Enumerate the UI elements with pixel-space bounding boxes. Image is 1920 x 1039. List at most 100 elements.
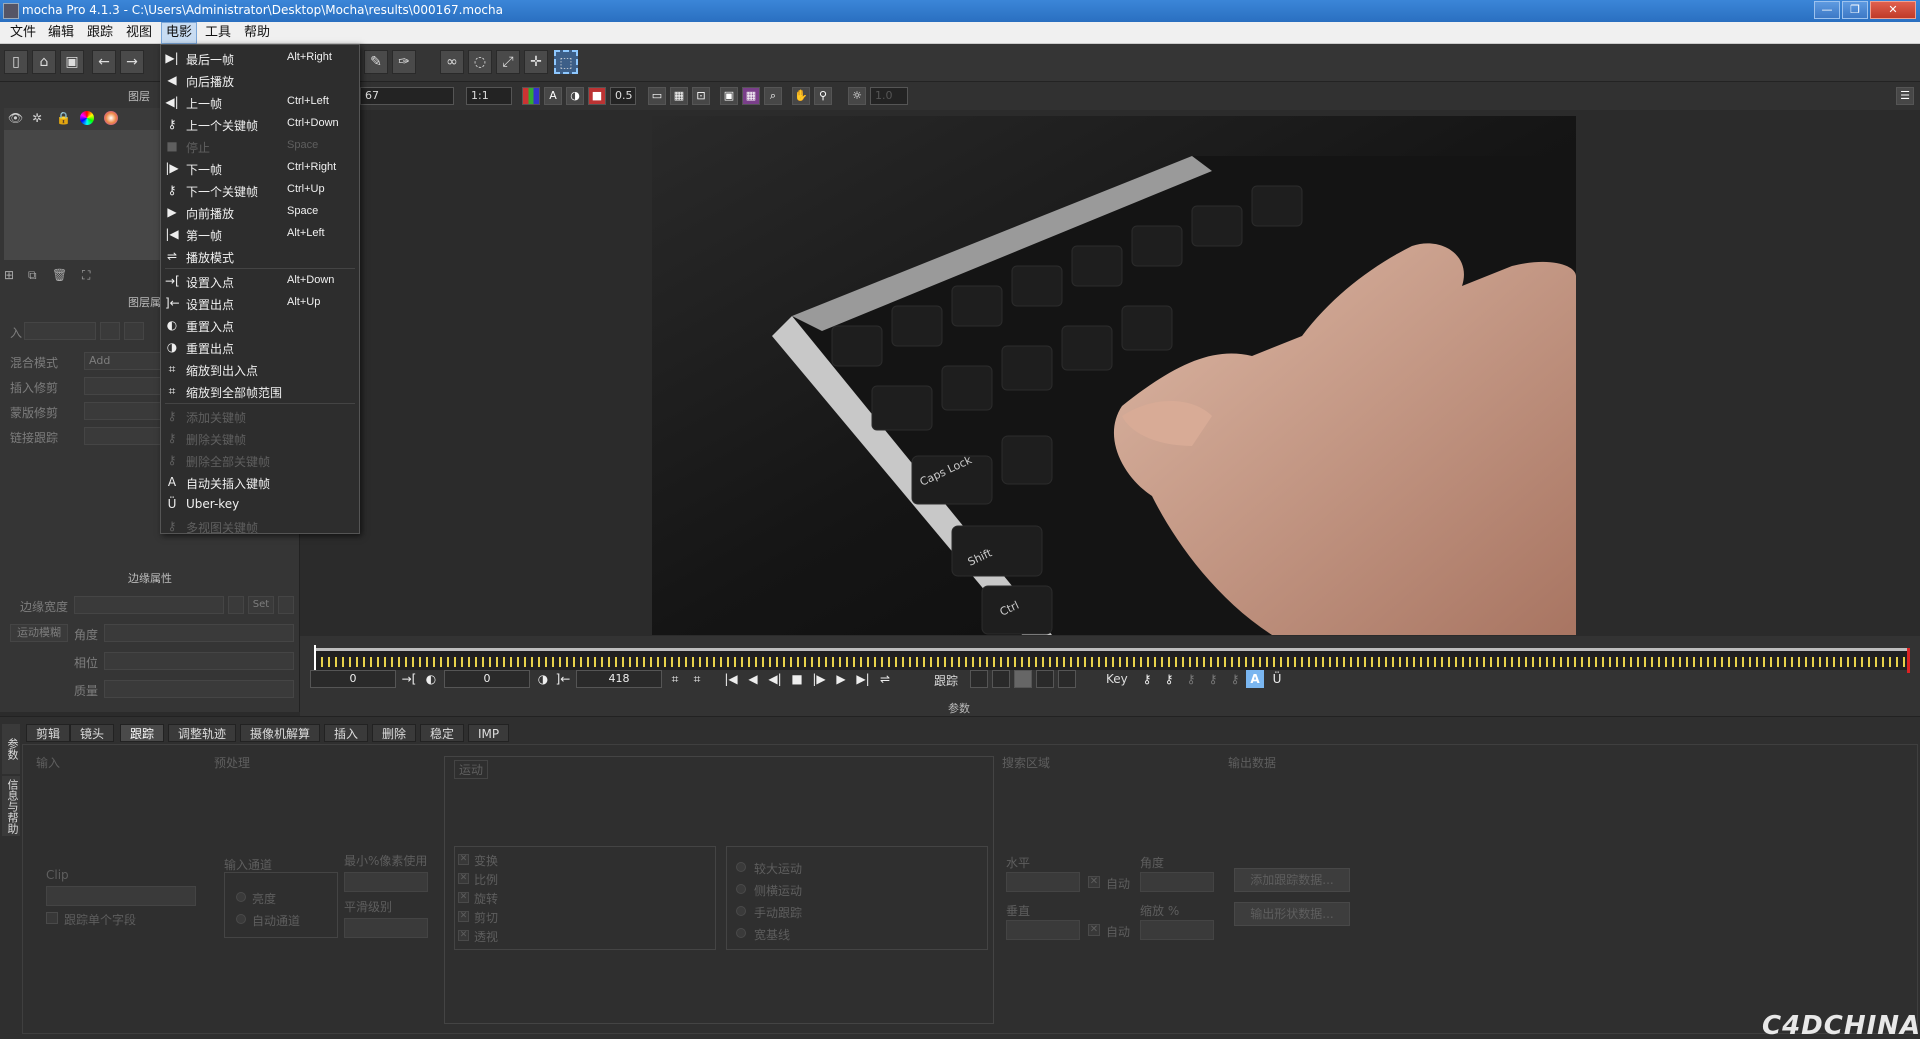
track-stop-button[interactable] <box>1014 670 1032 688</box>
track-next-button[interactable] <box>1036 670 1054 688</box>
delete-keyframe-icon[interactable]: ⚷ <box>1204 670 1222 688</box>
quality-field[interactable] <box>104 680 294 698</box>
current-frame-field[interactable]: 0 <box>310 670 396 688</box>
duplicate-layer-icon[interactable]: ⧉ <box>28 268 37 283</box>
search-angle-field[interactable] <box>1140 872 1214 892</box>
prev-frame-icon[interactable]: ◀| <box>766 670 784 688</box>
movie-menu-item[interactable]: ■ 停止 Space <box>161 135 359 157</box>
edge-width-field[interactable] <box>74 596 224 614</box>
zoom-view-icon[interactable]: ⌕ <box>764 87 782 105</box>
color-picker-icon[interactable] <box>104 111 118 125</box>
out-point-field[interactable]: 418 <box>576 670 662 688</box>
blend-mode-select[interactable]: Add <box>84 352 162 370</box>
fit-layer-icon[interactable]: ⛶ <box>82 268 90 283</box>
track-backward-button[interactable] <box>970 670 988 688</box>
movie-menu-item[interactable]: |▶ 下一帧 Ctrl+Right <box>161 157 359 179</box>
tab-clip[interactable]: 剪辑 <box>26 724 71 742</box>
track-forward-button[interactable] <box>1058 670 1076 688</box>
menu-help[interactable]: 帮助 <box>240 22 274 44</box>
movie-menu-item[interactable]: ◑ 重置出点 <box>161 336 359 358</box>
smooth-field[interactable] <box>344 918 428 938</box>
horizontal-field[interactable] <box>1006 872 1080 892</box>
side-tab-params[interactable]: 参数 <box>2 724 20 774</box>
play-backward-icon[interactable]: ◀ <box>744 670 762 688</box>
link-tool-icon[interactable]: ∞ <box>440 50 464 74</box>
clip-select[interactable] <box>46 886 196 906</box>
motion-option-checkbox[interactable]: ✕ <box>458 930 469 941</box>
motion-option-checkbox[interactable]: ✕ <box>458 854 469 865</box>
brightness-icon[interactable]: ☼ <box>848 87 866 105</box>
edge-width-set-button[interactable]: Set <box>248 596 274 614</box>
tab-remove[interactable]: 删除 <box>372 724 417 742</box>
link-track-select[interactable] <box>84 427 162 445</box>
lock-icon[interactable]: 🔒 <box>56 111 71 125</box>
movie-menu-item[interactable]: ◐ 重置入点 <box>161 314 359 336</box>
tab-stabilize[interactable]: 稳定 <box>420 724 465 742</box>
motion-type-radio[interactable] <box>736 884 746 894</box>
zoom-to-full-icon[interactable]: ⌗ <box>688 670 706 688</box>
bezier-tool-icon[interactable]: ✑ <box>392 50 416 74</box>
matte-icon[interactable]: ■ <box>588 87 606 105</box>
clip-viewer[interactable]: Caps Lock Shift Ctrl <box>652 116 1576 635</box>
luminance-radio[interactable] <box>236 892 246 902</box>
movie-menu-item[interactable]: |◀ 第一帧 Alt+Left <box>161 223 359 245</box>
movie-menu-item[interactable]: ▶ 向前播放 Space <box>161 201 359 223</box>
stop-icon[interactable]: ■ <box>788 670 806 688</box>
playhead-marker[interactable] <box>314 645 316 673</box>
first-frame-icon[interactable]: |◀ <box>722 670 740 688</box>
hand-tool-icon[interactable]: ✋ <box>792 87 810 105</box>
alpha-channel-icon[interactable]: A <box>544 87 562 105</box>
movie-menu-item[interactable]: ⚷ 删除关键帧 <box>161 427 359 449</box>
tab-imp[interactable]: IMP <box>468 724 510 742</box>
motion-option-checkbox[interactable]: ✕ <box>458 911 469 922</box>
set-out-point-icon[interactable]: ]← <box>554 670 572 688</box>
color-wheel-icon[interactable] <box>80 111 94 125</box>
movie-menu-item[interactable]: ⚷ 添加关键帧 <box>161 405 359 427</box>
layer-list[interactable] <box>4 130 162 260</box>
movie-menu-item[interactable]: ⚷ 上一个关键帧 Ctrl+Down <box>161 113 359 135</box>
horizontal-auto-checkbox[interactable]: ✕ <box>1088 876 1100 888</box>
minimize-button[interactable]: — <box>1814 1 1840 19</box>
phase-field[interactable] <box>104 652 294 670</box>
last-frame-icon[interactable]: ▶| <box>854 670 872 688</box>
export-shape-data-button[interactable]: 输出形状数据... <box>1234 902 1350 926</box>
maximize-button[interactable]: ❐ <box>1842 1 1868 19</box>
movie-menu-item[interactable]: Ü Uber-key <box>161 493 359 515</box>
stabilize-view-icon[interactable]: ▣ <box>720 87 738 105</box>
edge-width-inc[interactable] <box>278 596 294 614</box>
vertical-auto-checkbox[interactable]: ✕ <box>1088 924 1100 936</box>
add-layer-icon[interactable]: ⊞ <box>4 268 14 282</box>
cog-icon[interactable]: ✲ <box>32 111 42 125</box>
movie-menu-item[interactable]: ⚷ 下一个关键帧 Ctrl+Up <box>161 179 359 201</box>
motion-option-checkbox[interactable]: ✕ <box>458 873 469 884</box>
set-in-icon[interactable] <box>100 322 120 340</box>
delete-layer-icon[interactable]: 🗑 <box>52 268 67 282</box>
reset-out-point-icon[interactable]: ◑ <box>534 670 552 688</box>
tab-insert[interactable]: 插入 <box>324 724 369 742</box>
single-field-checkbox[interactable] <box>46 912 58 924</box>
min-pixels-field[interactable] <box>344 872 428 892</box>
select-tool-icon[interactable]: ⬚ <box>554 50 578 74</box>
add-keyframe-icon[interactable]: ⚷ <box>1182 670 1200 688</box>
motion-option-checkbox[interactable]: ✕ <box>458 892 469 903</box>
zoom-percent-field[interactable] <box>1140 920 1214 940</box>
menu-view[interactable]: 视图 <box>122 22 156 44</box>
menu-movie[interactable]: 电影 <box>161 22 198 44</box>
movie-menu-item[interactable]: ]← 设置出点 Alt+Up <box>161 292 359 314</box>
play-mode-icon[interactable]: ⇌ <box>876 670 894 688</box>
motion-type-radio[interactable] <box>736 862 746 872</box>
movie-menu-item[interactable]: ⇌ 播放模式 <box>161 245 359 267</box>
close-button[interactable]: ✕ <box>1870 1 1916 19</box>
insert-clip-select[interactable] <box>84 377 162 395</box>
grid-icon[interactable]: ⊡ <box>692 87 710 105</box>
panel-menu-icon[interactable]: ☰ <box>1896 87 1914 105</box>
motion-blur-button[interactable]: 运动模糊 <box>10 624 68 642</box>
menu-track[interactable]: 跟踪 <box>83 22 117 44</box>
movie-menu-item[interactable]: ⌗ 缩放到出入点 <box>161 358 359 380</box>
in-field[interactable] <box>24 322 96 340</box>
prev-keyframe-icon[interactable]: ⚷ <box>1138 670 1156 688</box>
out-point-marker[interactable] <box>1907 648 1910 673</box>
tab-track[interactable]: 跟踪 <box>120 724 165 742</box>
track-prev-button[interactable] <box>992 670 1010 688</box>
save-icon[interactable]: ▣ <box>60 50 84 74</box>
